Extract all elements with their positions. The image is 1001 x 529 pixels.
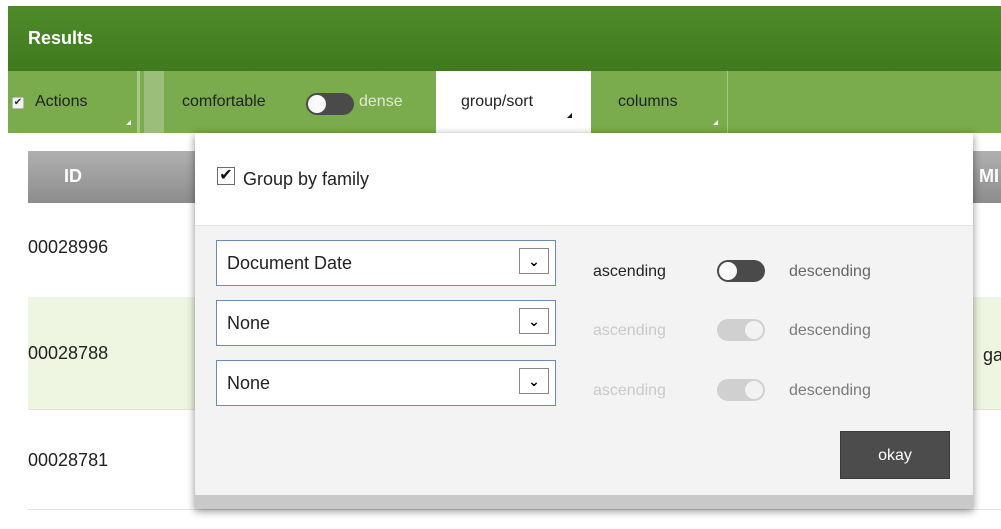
tab-group-sort-label: group/sort bbox=[461, 93, 534, 110]
toolbar-divider bbox=[137, 71, 140, 133]
okay-button[interactable]: okay bbox=[840, 431, 950, 479]
sort-order-switch bbox=[717, 379, 765, 401]
group-by-family-row: ✔ Group by family bbox=[195, 133, 973, 225]
table-row bbox=[28, 509, 1001, 529]
density-toggle-group: comfortable dense bbox=[164, 71, 434, 133]
toolbar-divider bbox=[144, 71, 164, 133]
cell-id: 00028996 bbox=[28, 237, 109, 257]
column-header-id[interactable]: ID bbox=[28, 151, 198, 203]
cell-partial-text: ga bbox=[983, 345, 1001, 365]
descending-label: descending bbox=[789, 322, 871, 339]
select-all-checkbox[interactable]: ✔ bbox=[12, 97, 24, 109]
group-by-family-checkbox[interactable]: ✔ bbox=[217, 167, 235, 185]
sort-field-value: None bbox=[227, 373, 271, 393]
density-toggle[interactable] bbox=[306, 93, 354, 115]
tab-group-sort[interactable]: group/sort bbox=[436, 71, 591, 133]
sort-field-select-2[interactable]: None ⌄ bbox=[216, 300, 556, 346]
cell-id: 00028781 bbox=[28, 450, 109, 470]
sort-field-value: None bbox=[227, 313, 271, 333]
toggle-knob bbox=[308, 95, 326, 113]
results-toolbar: ✔ Actions comfortable dense group/sort c… bbox=[8, 71, 1001, 133]
sort-field-select-3[interactable]: None ⌄ bbox=[216, 360, 556, 406]
toggle-knob bbox=[745, 321, 763, 339]
sort-order-toggle-2: ascending descending bbox=[593, 316, 923, 346]
sort-field-value: Document Date bbox=[227, 253, 353, 273]
group-by-family-label: Group by family bbox=[243, 169, 370, 189]
tab-columns[interactable]: columns bbox=[593, 71, 728, 133]
sort-order-toggle-3: ascending descending bbox=[593, 376, 923, 406]
actions-label: Actions bbox=[35, 93, 88, 110]
column-header-id-label: ID bbox=[64, 166, 82, 186]
chevron-down-icon[interactable]: ⌄ bbox=[519, 248, 549, 274]
sort-order-toggle-1: ascending descending bbox=[593, 257, 923, 287]
sort-field-select-1[interactable]: Document Date ⌄ bbox=[216, 240, 556, 286]
ascending-label: ascending bbox=[593, 382, 666, 399]
sort-order-switch bbox=[717, 319, 765, 341]
descending-label: descending bbox=[789, 382, 871, 399]
ascending-label: ascending bbox=[593, 263, 666, 280]
ascending-label: ascending bbox=[593, 322, 666, 339]
density-comfortable-label: comfortable bbox=[182, 93, 266, 110]
group-sort-popup: ✔ Group by family Document Date ⌄ None ⌄… bbox=[195, 133, 973, 509]
density-dense-label: dense bbox=[359, 93, 403, 110]
tab-columns-label: columns bbox=[618, 93, 678, 110]
cell-id: 00028788 bbox=[28, 343, 109, 363]
toggle-knob bbox=[745, 381, 763, 399]
toggle-knob bbox=[719, 262, 737, 280]
results-header: Results bbox=[8, 6, 1001, 71]
chevron-down-icon[interactable]: ⌄ bbox=[519, 368, 549, 394]
dropdown-corner-icon bbox=[713, 120, 718, 125]
dropdown-corner-icon bbox=[126, 120, 131, 125]
sort-order-switch[interactable] bbox=[717, 260, 765, 282]
dropdown-corner-icon bbox=[567, 113, 572, 118]
chevron-down-icon[interactable]: ⌄ bbox=[519, 308, 549, 334]
page-title: Results bbox=[28, 28, 94, 48]
column-header-partial[interactable]: MI bbox=[973, 151, 1001, 203]
popup-footer-bar bbox=[195, 495, 973, 509]
actions-menu[interactable]: ✔ Actions bbox=[8, 71, 138, 133]
descending-label: descending bbox=[789, 263, 871, 280]
